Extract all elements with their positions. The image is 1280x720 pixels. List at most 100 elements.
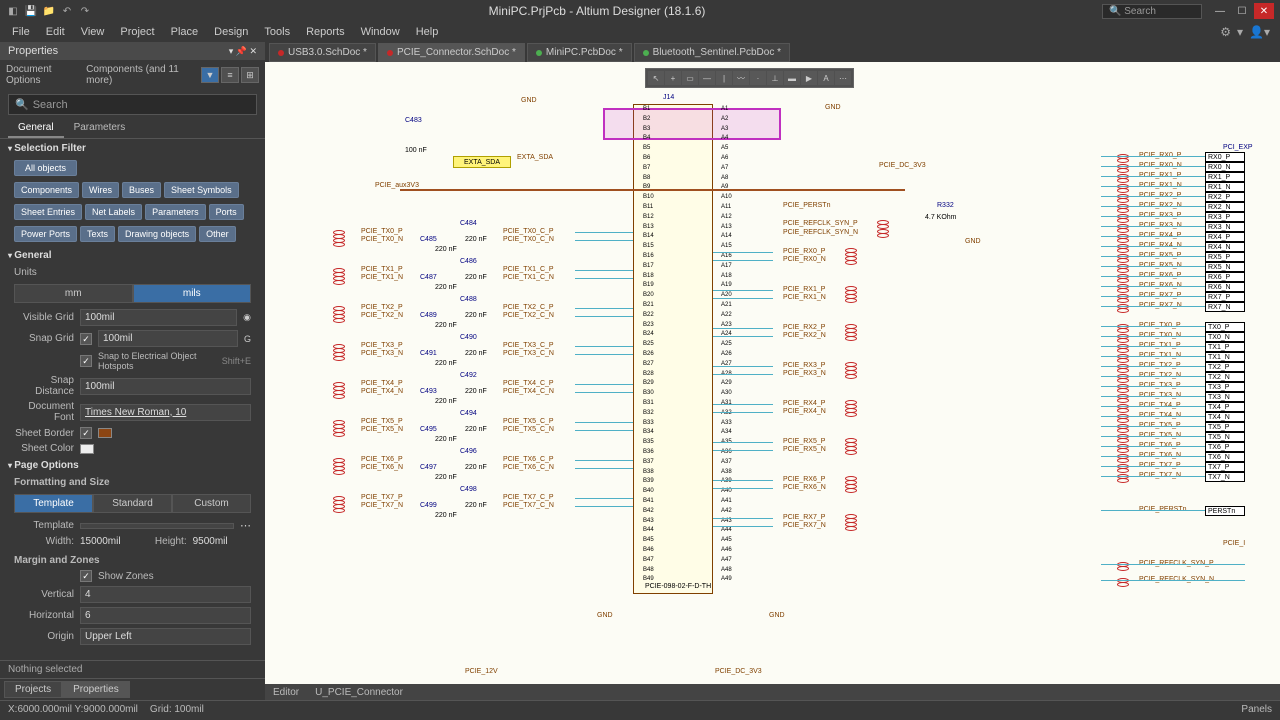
net-label: PCIE_DC_3V3 xyxy=(879,162,926,169)
template-dropdown[interactable] xyxy=(80,523,234,529)
menu-project[interactable]: Project xyxy=(112,24,162,40)
menu-file[interactable]: File xyxy=(4,24,38,40)
notification-icon[interactable]: ▾ xyxy=(1237,25,1243,39)
cap-val: 220 nF xyxy=(435,322,457,329)
filter-grid-icon[interactable]: ⊞ xyxy=(241,67,259,83)
show-zones-checkbox[interactable] xyxy=(80,570,92,582)
sheet-color-swatch[interactable] xyxy=(80,444,94,454)
menubar: FileEditViewProjectPlaceDesignToolsRepor… xyxy=(0,22,1280,42)
schematic-canvas[interactable]: ↖ + ▭ — | 〰 · ⊥ ▬ ▶ A ⋯ J14PCIE-098-02-F… xyxy=(265,62,1280,684)
visible-grid-toggle-icon[interactable]: ◉ xyxy=(243,312,251,323)
net-label: PCIE_TX3_C_N xyxy=(503,350,554,357)
panel-pin-icon[interactable]: ▾ 📌 ✕ xyxy=(229,46,257,57)
tab-parameters[interactable]: Parameters xyxy=(64,119,136,138)
redo-icon[interactable]: ↷ xyxy=(78,4,92,18)
diff-pair-icon xyxy=(845,514,857,522)
menu-help[interactable]: Help xyxy=(408,24,447,40)
tab-projects[interactable]: Projects xyxy=(4,681,62,698)
pin-b: B36 xyxy=(643,449,654,455)
diff-pair-icon xyxy=(333,420,345,428)
menu-window[interactable]: Window xyxy=(353,24,408,40)
sheet-border-checkbox[interactable] xyxy=(80,427,92,439)
pin-a: A13 xyxy=(721,224,732,230)
net-label: PCIE_RX6_N xyxy=(783,484,826,491)
menu-design[interactable]: Design xyxy=(206,24,256,40)
chip-ports[interactable]: Ports xyxy=(209,204,244,220)
chip-sheet-entries[interactable]: Sheet Entries xyxy=(14,204,82,220)
section-selection-filter[interactable]: Selection Filter xyxy=(0,139,265,158)
chip-wires[interactable]: Wires xyxy=(82,182,119,198)
units-mm[interactable]: mm xyxy=(14,284,133,303)
diff-pair-icon xyxy=(845,408,857,416)
tab-general[interactable]: General xyxy=(8,119,64,138)
chip-drawing-objects[interactable]: Drawing objects xyxy=(118,226,196,242)
minimize-button[interactable]: — xyxy=(1210,3,1230,19)
chip-other[interactable]: Other xyxy=(199,226,236,242)
vertical-input[interactable]: 4 xyxy=(80,586,251,603)
units-mils[interactable]: mils xyxy=(133,284,252,303)
net-label: PCIE_RX3_N xyxy=(783,370,826,377)
section-general[interactable]: General xyxy=(0,246,265,265)
section-page-options[interactable]: Page Options xyxy=(0,456,265,475)
chip-all-objects[interactable]: All objects xyxy=(14,160,77,176)
pin-b: B48 xyxy=(643,567,654,573)
filter-funnel-icon[interactable]: ▼ xyxy=(201,67,219,83)
net-label: PCIE_TX6_C_N xyxy=(503,464,554,471)
visible-grid-label: Visible Grid xyxy=(14,312,74,323)
cap-ref: C493 xyxy=(420,388,437,395)
sheet-border-color[interactable] xyxy=(98,428,112,438)
page-template-tab[interactable]: Template xyxy=(14,494,93,513)
snap-grid-checkbox[interactable] xyxy=(80,333,92,345)
horizontal-input[interactable]: 6 xyxy=(80,607,251,624)
user-icon[interactable]: 👤▾ xyxy=(1249,25,1270,39)
snap-distance-input[interactable]: 100mil xyxy=(80,378,251,395)
filter-list-icon[interactable]: ≡ xyxy=(221,67,239,83)
net-label: PCIE_TX2_N xyxy=(361,312,403,319)
snap-grid-gear-icon[interactable]: G xyxy=(244,334,251,344)
chip-components[interactable]: Components xyxy=(14,182,79,198)
maximize-button[interactable]: ☐ xyxy=(1232,3,1252,19)
properties-search-input[interactable]: 🔍 Search xyxy=(8,94,257,115)
snap-hotspots-checkbox[interactable] xyxy=(80,355,92,367)
search-box[interactable]: 🔍 Search xyxy=(1102,4,1202,19)
chip-power-ports[interactable]: Power Ports xyxy=(14,226,77,242)
pin-b: B8 xyxy=(643,175,650,181)
pin-a: A17 xyxy=(721,263,732,269)
diff-pair-icon xyxy=(333,504,345,512)
menu-tools[interactable]: Tools xyxy=(256,24,298,40)
net-label: PCIE_TX1_C_N xyxy=(503,274,554,281)
net-label: PCIE_TX4_N xyxy=(361,388,403,395)
chip-parameters[interactable]: Parameters xyxy=(145,204,206,220)
chip-buses[interactable]: Buses xyxy=(122,182,161,198)
menu-edit[interactable]: Edit xyxy=(38,24,73,40)
open-icon[interactable]: 📁 xyxy=(42,4,56,18)
sheet-entry: RX7_P xyxy=(1205,292,1245,302)
chip-texts[interactable]: Texts xyxy=(80,226,115,242)
doc-tab[interactable]: USB3.0.SchDoc * xyxy=(269,43,376,62)
tab-properties[interactable]: Properties xyxy=(62,681,130,698)
chip-net-labels[interactable]: Net Labels xyxy=(85,204,142,220)
cap-ref: C499 xyxy=(420,502,437,509)
chip-sheet-symbols[interactable]: Sheet Symbols xyxy=(164,182,239,198)
menu-view[interactable]: View xyxy=(73,24,113,40)
menu-place[interactable]: Place xyxy=(163,24,207,40)
document-font-input[interactable]: Times New Roman, 10 xyxy=(80,404,251,421)
visible-grid-input[interactable]: 100mil xyxy=(80,309,237,326)
origin-dropdown[interactable]: Upper Left xyxy=(80,628,251,645)
doc-tab[interactable]: MiniPC.PcbDoc * xyxy=(527,43,632,62)
snap-grid-input[interactable]: 100mil xyxy=(98,330,238,347)
panels-button[interactable]: Panels xyxy=(1241,704,1272,715)
save-icon[interactable]: 💾 xyxy=(24,4,38,18)
menu-reports[interactable]: Reports xyxy=(298,24,353,40)
page-standard-tab[interactable]: Standard xyxy=(93,494,172,513)
undo-icon[interactable]: ↶ xyxy=(60,4,74,18)
settings-icon[interactable]: ⚙ xyxy=(1220,25,1231,39)
doc-tab[interactable]: Bluetooth_Sentinel.PcbDoc * xyxy=(634,43,790,62)
pin-a: A4 xyxy=(721,135,728,141)
template-browse-icon[interactable]: ⋯ xyxy=(240,519,251,532)
page-custom-tab[interactable]: Custom xyxy=(172,494,251,513)
pin-a: A8 xyxy=(721,175,728,181)
close-button[interactable]: ✕ xyxy=(1254,3,1274,19)
doc-tab[interactable]: PCIE_Connector.SchDoc * xyxy=(378,43,525,62)
diff-pair-icon xyxy=(333,496,345,504)
